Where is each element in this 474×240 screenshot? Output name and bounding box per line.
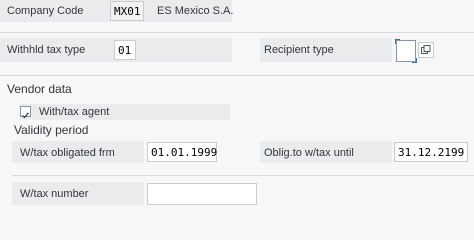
with-tax-agent-checkbox[interactable]: [20, 106, 31, 119]
wtax-number-field[interactable]: [147, 183, 257, 205]
recipient-type-field[interactable]: [396, 40, 416, 62]
divider: [12, 175, 474, 176]
recipient-type-label: Recipient type: [264, 44, 334, 56]
divider: [0, 32, 474, 33]
with-tax-agent-label: With/tax agent: [39, 106, 110, 118]
divider: [0, 75, 474, 76]
checkmark-icon: [22, 112, 29, 119]
wht-type-field[interactable]: 01: [114, 40, 136, 60]
company-name-text: ES Mexico S.A.: [157, 5, 234, 17]
obligated-from-label: W/tax obligated frm: [20, 147, 115, 159]
wht-type-label: Withhld tax type: [7, 44, 86, 56]
wtax-number-label: W/tax number: [20, 188, 89, 200]
vendor-data-title: Vendor data: [7, 82, 72, 96]
validity-period-title: Validity period: [14, 123, 89, 137]
company-code-field[interactable]: MX01: [110, 1, 144, 21]
company-code-label: Company Code: [7, 5, 84, 17]
obligated-from-field[interactable]: 01.01.1999: [147, 142, 217, 162]
obligated-until-label: Oblig.to w/tax until: [264, 147, 354, 159]
obligated-until-field[interactable]: 31.12.2199: [394, 142, 468, 162]
value-help-button[interactable]: [418, 42, 434, 58]
value-help-icon: [421, 45, 431, 54]
